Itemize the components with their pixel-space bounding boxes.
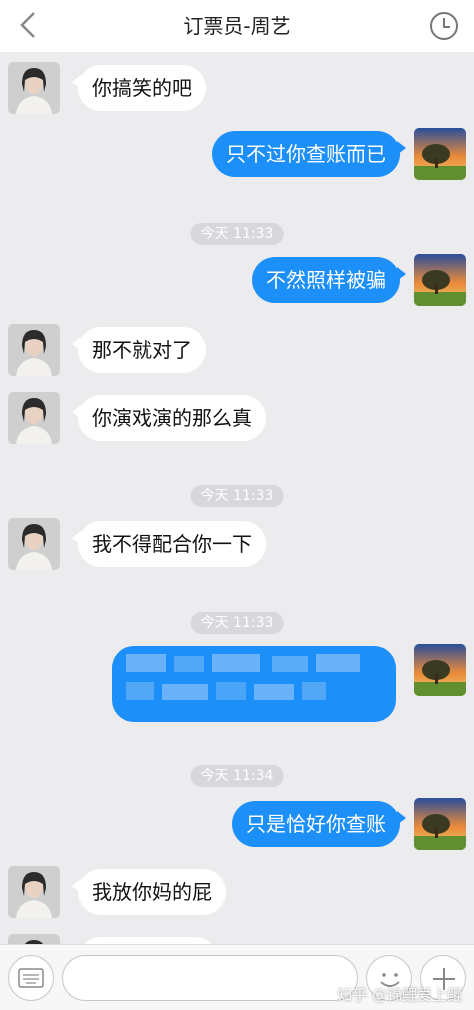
page-title: 订票员-周艺 — [183, 14, 291, 38]
watermark: 知乎 @锦鲤爱上鲲 — [337, 986, 462, 1004]
message-bubble-incoming[interactable]: 我放你妈的屁 — [72, 869, 226, 915]
contact-avatar[interactable] — [8, 324, 60, 376]
contact-avatar[interactable] — [8, 866, 60, 918]
clock-icon — [430, 12, 458, 40]
message-bubble-incoming[interactable]: 你演戏演的那么真 — [72, 395, 266, 441]
history-button[interactable] — [428, 10, 460, 42]
message-bubble-incoming[interactable]: 我不得配合你一下 — [72, 521, 266, 567]
timestamp: 今天 11:34 — [190, 765, 284, 787]
my-avatar[interactable] — [414, 644, 466, 696]
message-bubble-incoming[interactable] — [78, 937, 218, 944]
timestamp: 今天 11:33 — [190, 485, 284, 507]
message-bubble-outgoing[interactable]: 不然照样被骗 — [252, 257, 406, 303]
timestamp: 今天 11:33 — [190, 612, 284, 634]
message-bubble-outgoing[interactable]: 只是恰好你查账 — [232, 801, 406, 847]
message-bubble-incoming[interactable]: 你搞笑的吧 — [72, 65, 206, 111]
timestamp: 今天 11:33 — [190, 223, 284, 245]
message-bubble-outgoing[interactable]: 只不过你查账而已 — [212, 131, 406, 177]
chat-header: 订票员-周艺 — [0, 0, 474, 52]
keyboard-button[interactable] — [8, 955, 54, 1001]
my-avatar[interactable] — [414, 128, 466, 180]
contact-avatar[interactable] — [8, 392, 60, 444]
message-input[interactable] — [62, 955, 358, 1001]
message-bubble-incoming[interactable]: 那不就对了 — [72, 327, 206, 373]
blurred-message-bubble[interactable] — [112, 646, 396, 722]
contact-avatar[interactable] — [8, 62, 60, 114]
my-avatar[interactable] — [414, 254, 466, 306]
contact-avatar[interactable] — [8, 518, 60, 570]
contact-avatar[interactable] — [8, 934, 60, 944]
chat-area[interactable]: 你搞笑的吧 只不过你查账而已 今天 11:33 不然照样被骗 那不就对了 你演戏… — [0, 52, 474, 944]
my-avatar[interactable] — [414, 798, 466, 850]
keyboard-icon — [18, 968, 44, 988]
